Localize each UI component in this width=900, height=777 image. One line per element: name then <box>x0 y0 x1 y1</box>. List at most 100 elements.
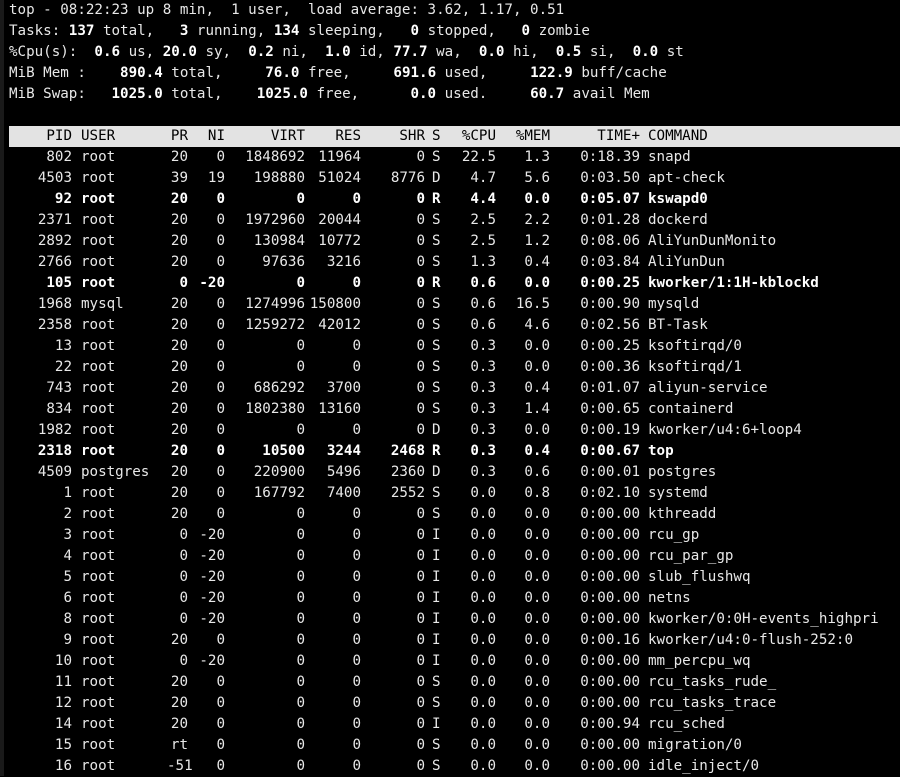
swap-total: 1025.0 <box>111 86 163 102</box>
process-user: root <box>81 401 116 417</box>
process-row: 2318 root 20 0 10500 3244 2468 R 0.3 0.4 0:00.67 to… <box>9 441 900 462</box>
process-shr: 0 <box>416 758 425 774</box>
process-cpu-time: 0:00.00 <box>580 674 640 690</box>
process-res: 0 <box>352 569 361 585</box>
process-row: 802 root 20 0 1848692 11964 0 S 22.5 1.3 0:18.39 sn… <box>9 147 900 168</box>
tasks-zombie: 0 <box>521 23 531 39</box>
process-nice: 19 <box>207 170 225 186</box>
process-nice: 0 <box>216 485 225 501</box>
process-user: root <box>81 254 116 270</box>
process-shr: 0 <box>416 695 425 711</box>
process-cpu-percent: 1.3 <box>470 254 496 270</box>
process-shr: 0 <box>416 422 425 438</box>
process-user: root <box>81 527 116 543</box>
process-res: 13160 <box>318 401 361 417</box>
process-virt: 0 <box>296 590 305 606</box>
process-mem-percent: 0.8 <box>524 485 550 501</box>
process-command: kworker/u4:0-flush-252:0 <box>648 632 853 648</box>
process-mem-percent: 16.5 <box>515 296 550 312</box>
process-command: AliYunDun <box>648 254 725 270</box>
process-cpu-time: 0:00.00 <box>580 548 640 564</box>
process-command: mm_percpu_wq <box>648 653 751 669</box>
process-mem-percent: 2.2 <box>524 212 550 228</box>
process-state: S <box>432 695 441 711</box>
process-state: S <box>432 296 441 312</box>
process-shr: 0 <box>416 590 425 606</box>
process-command: aliyun-service <box>648 380 768 396</box>
process-cpu-percent: 0.3 <box>470 401 496 417</box>
col-pr: PR <box>170 128 188 144</box>
process-res: 0 <box>352 758 361 774</box>
process-priority: 20 <box>170 401 188 417</box>
process-user: root <box>81 590 116 606</box>
process-user: mysql <box>81 296 124 312</box>
process-virt: 0 <box>296 737 305 753</box>
process-mem-percent: 1.3 <box>524 149 550 165</box>
process-mem-percent: 0.4 <box>524 380 550 396</box>
process-res: 0 <box>352 275 361 291</box>
process-command: dockerd <box>648 212 708 228</box>
process-cpu-time: 0:03.50 <box>580 170 640 186</box>
process-pid: 3 <box>63 527 72 543</box>
process-user: root <box>81 758 116 774</box>
process-state: I <box>432 611 441 627</box>
process-row: 6 root 0 -20 0 0 0 I 0.0 0.0 0:00.00 netns <box>9 588 900 609</box>
process-mem-percent: 0.0 <box>524 506 550 522</box>
process-cpu-time: 0:00.00 <box>580 611 640 627</box>
process-user: postgres <box>81 464 150 480</box>
process-user: root <box>81 443 116 459</box>
process-command: kworker/u4:6+loop4 <box>648 422 802 438</box>
process-shr: 0 <box>416 233 425 249</box>
process-row: 5 root 0 -20 0 0 0 I 0.0 0.0 0:00.00 slub_flushwq <box>9 567 900 588</box>
swap-used: 0.0 <box>410 86 437 102</box>
process-mem-percent: 0.0 <box>524 695 550 711</box>
process-state: S <box>432 254 441 270</box>
process-command: netns <box>648 590 691 606</box>
load-average: 3.62, 1.17, 0.51 <box>427 2 565 18</box>
process-nice: 0 <box>216 296 225 312</box>
col-pid: PID <box>46 128 72 144</box>
process-row: 13 root 20 0 0 0 0 S 0.3 0.0 0:00.25 ksoftirqd/0 <box>9 336 900 357</box>
cpu-sy: 20.0 <box>162 44 197 60</box>
process-user: root <box>81 695 116 711</box>
process-virt: 1848692 <box>245 149 305 165</box>
process-virt: 220900 <box>253 464 305 480</box>
process-cpu-percent: 0.3 <box>470 359 496 375</box>
process-priority: 0 <box>179 527 188 543</box>
column-header-bar: PID USER PR NI VIRT RES SHR S %CPU %MEM … <box>9 126 900 147</box>
process-state: S <box>432 233 441 249</box>
process-row: 11 root 20 0 0 0 0 S 0.0 0.0 0:00.00 rcu_tasks_rude… <box>9 672 900 693</box>
process-nice: 0 <box>216 338 225 354</box>
process-nice: 0 <box>216 401 225 417</box>
process-res: 0 <box>352 590 361 606</box>
process-state: S <box>432 380 441 396</box>
process-nice: 0 <box>216 443 225 459</box>
top-output: top - 08:22:23 up 8 min, 1 user, load av… <box>9 0 900 777</box>
process-virt: 0 <box>296 527 305 543</box>
process-command: kswapd0 <box>648 191 708 207</box>
process-priority: rt <box>170 737 188 753</box>
process-command: AliYunDunMonito <box>648 233 777 249</box>
process-priority: 20 <box>170 632 188 648</box>
process-shr: 8776 <box>390 170 425 186</box>
process-cpu-time: 0:00.65 <box>580 401 640 417</box>
process-mem-percent: 0.0 <box>524 632 550 648</box>
process-cpu-time: 0:02.10 <box>580 485 640 501</box>
process-state: I <box>432 632 441 648</box>
process-nice: -20 <box>199 611 225 627</box>
process-res: 0 <box>352 422 361 438</box>
cpu-st: 0.0 <box>632 44 659 60</box>
process-pid: 13 <box>54 338 72 354</box>
process-mem-percent: 0.0 <box>524 275 550 291</box>
process-pid: 743 <box>46 380 72 396</box>
process-cpu-percent: 2.5 <box>470 233 496 249</box>
process-state: D <box>432 464 441 480</box>
col-mem: %MEM <box>515 128 550 144</box>
process-priority: 20 <box>170 506 188 522</box>
process-pid: 14 <box>54 716 72 732</box>
process-command: postgres <box>648 464 717 480</box>
process-mem-percent: 1.2 <box>524 233 550 249</box>
process-mem-percent: 0.0 <box>524 569 550 585</box>
process-pid: 4509 <box>37 464 72 480</box>
process-cpu-time: 0:00.00 <box>580 737 640 753</box>
